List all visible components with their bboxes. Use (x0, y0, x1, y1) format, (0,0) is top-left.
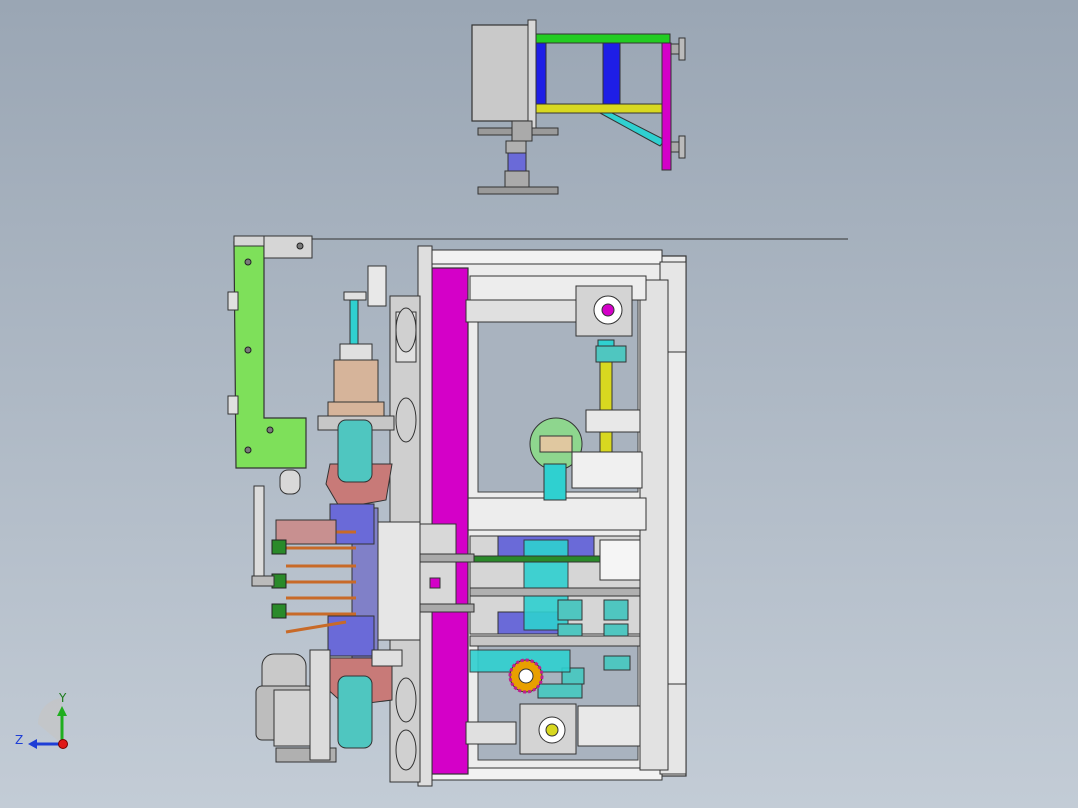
tan-cylinder (333, 359, 379, 403)
teal-motor-lower (337, 675, 373, 749)
green-top-bar (535, 33, 671, 44)
spindle-blue-section (507, 152, 527, 172)
top-housing-box (471, 24, 533, 122)
blue-post-left (535, 42, 547, 106)
teal-motor-upper (337, 419, 373, 483)
green-mounting-bracket (233, 241, 307, 469)
blue-post-right (602, 42, 621, 106)
magenta-upright (661, 42, 672, 171)
magenta-plate (431, 267, 469, 775)
triad-y-label: Y (58, 691, 67, 705)
yellow-bar (535, 103, 667, 114)
cad-model-viewport[interactable]: Y Z (0, 0, 1078, 808)
cyan-strut (599, 112, 666, 147)
main-assembly[interactable] (227, 235, 687, 787)
yellow-shaft (599, 361, 613, 453)
triad-origin (58, 739, 68, 749)
top-subassembly[interactable] (471, 19, 686, 195)
triad-z-label: Z (15, 733, 23, 747)
axis-triad: Y Z (15, 691, 68, 749)
